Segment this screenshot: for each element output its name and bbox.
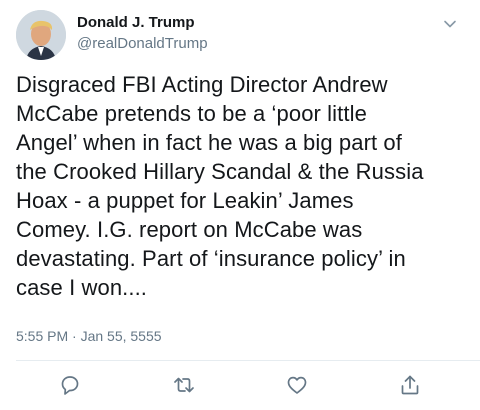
action-bar bbox=[0, 370, 480, 400]
avatar-image bbox=[16, 10, 66, 60]
tweet-card: Donald J. Trump @realDonaldTrump Disgrac… bbox=[0, 0, 480, 410]
tweet-text: Disgraced FBI Acting Director Andrew McC… bbox=[16, 72, 424, 300]
heart-icon[interactable] bbox=[285, 373, 309, 397]
retweet-icon[interactable] bbox=[172, 373, 196, 397]
divider bbox=[16, 360, 480, 361]
tweet-timestamp[interactable]: 5:55 PM · Jan 55, 5555 bbox=[16, 328, 162, 344]
display-name[interactable]: Donald J. Trump bbox=[77, 14, 195, 31]
user-handle[interactable]: @realDonaldTrump bbox=[77, 35, 208, 52]
share-icon[interactable] bbox=[398, 373, 422, 397]
reply-icon[interactable] bbox=[58, 373, 82, 397]
avatar[interactable] bbox=[16, 10, 66, 60]
chevron-down-icon[interactable] bbox=[442, 16, 458, 32]
